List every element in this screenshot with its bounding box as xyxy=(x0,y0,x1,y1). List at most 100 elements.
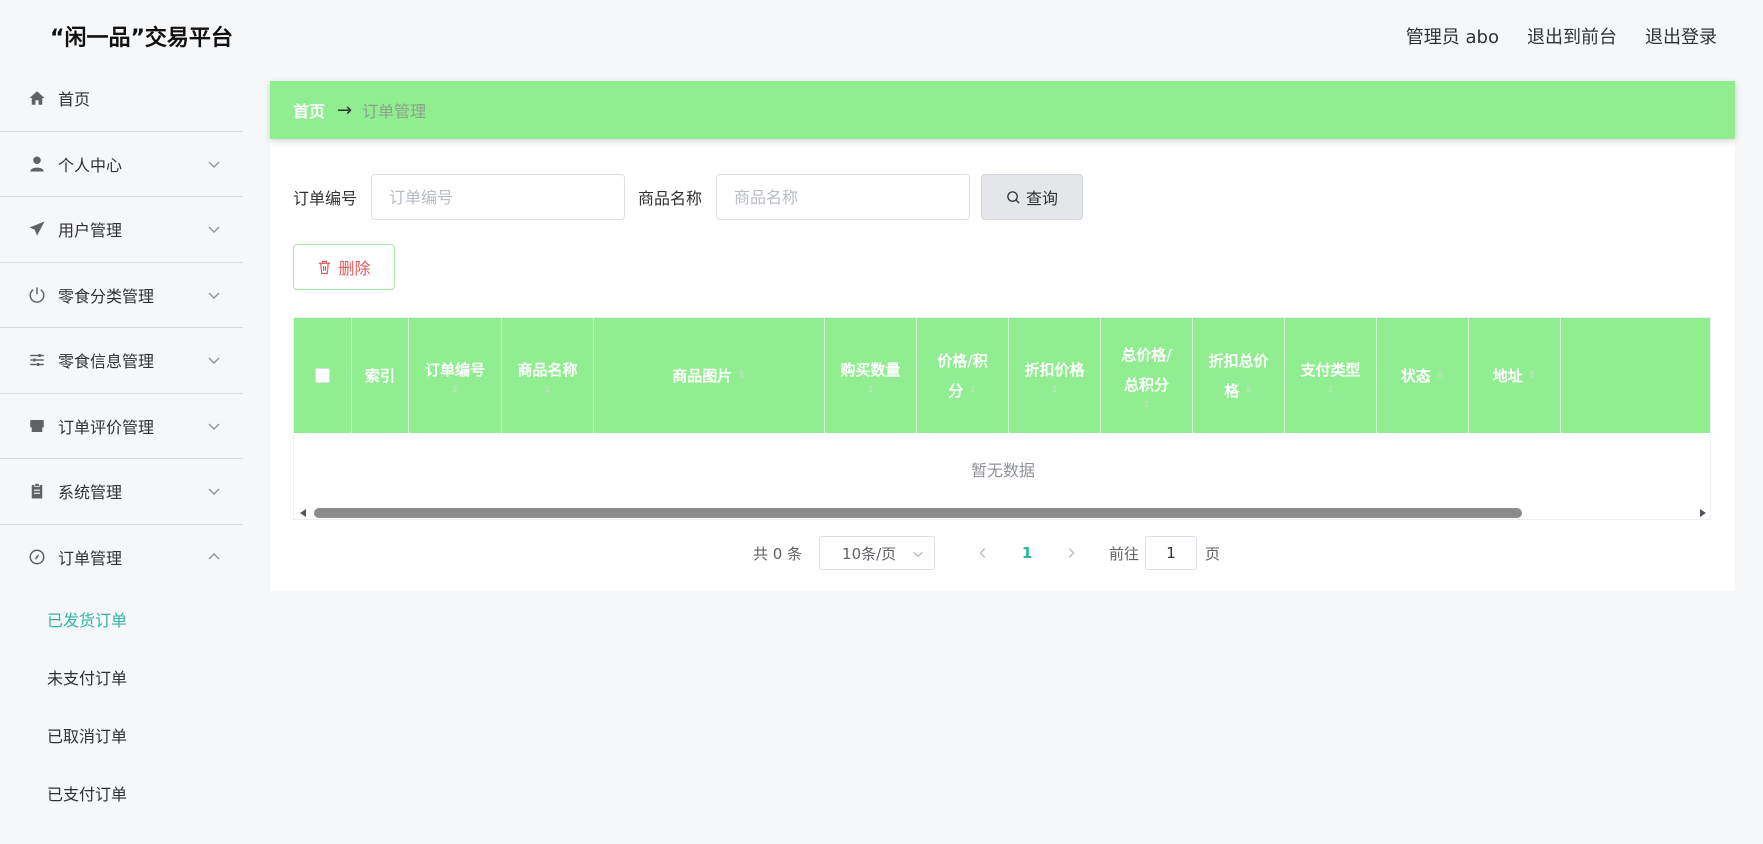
order-no-input[interactable] xyxy=(371,174,626,220)
column-header[interactable]: 购买数量 ⇕ xyxy=(825,318,917,433)
column-header: 索引 xyxy=(352,318,409,433)
sidebar-item-label: 系统管理 xyxy=(58,483,123,503)
sidebar-item-home[interactable]: 首页 xyxy=(0,66,243,132)
current-user: 管理员 abo xyxy=(1405,27,1499,48)
column-header[interactable]: 价格/积 分 ⇕ xyxy=(917,318,1009,433)
top-header: “闲一品”交易平台 管理员 abo 退出到前台 退出登录 xyxy=(0,0,1763,66)
goto-prefix: 前往 xyxy=(1109,544,1140,563)
sidebar-item-personal-center[interactable]: 个人中心 xyxy=(0,132,243,197)
column-header[interactable]: 总价格/ 总积分 ⇕ xyxy=(1101,318,1193,433)
sort-icon[interactable]: ⇕ xyxy=(543,385,551,397)
sidebar-subitem-unpaid-orders[interactable]: 未支付订单 xyxy=(0,648,243,706)
sidebar-item-label: 个人中心 xyxy=(58,155,123,175)
chevron-down-icon xyxy=(208,357,220,365)
header-actions: 管理员 abo 退出到前台 退出登录 xyxy=(1406,23,1717,49)
column-header[interactable]: 订单编号 ⇕ xyxy=(409,318,502,433)
pagination: 共 0 条 10条/页 1 前往 页 xyxy=(270,536,1735,570)
scroll-left-icon[interactable] xyxy=(300,509,306,517)
arrow-right-icon: → xyxy=(337,99,353,121)
chevron-left-icon xyxy=(979,548,986,558)
sidebar-item-label: 订单评价管理 xyxy=(58,417,155,437)
search-form: 订单编号 商品名称 查询 xyxy=(293,174,1084,220)
next-page-button[interactable] xyxy=(1049,536,1093,570)
paper-plane-icon xyxy=(27,219,47,239)
query-button[interactable]: 查询 xyxy=(981,174,1084,220)
delete-button-label: 删除 xyxy=(338,259,371,278)
sort-icon[interactable]: ⇕ xyxy=(451,385,459,397)
sidebar-item-label: 订单管理 xyxy=(58,549,123,569)
column-header[interactable]: 商品名称 ⇕ xyxy=(502,318,594,433)
sidebar-item-label: 零食分类管理 xyxy=(58,286,155,306)
chevron-down-icon xyxy=(208,226,220,234)
brand-title: “闲一品”交易平台 xyxy=(50,26,233,51)
breadcrumb: 首页 → 订单管理 xyxy=(270,81,1735,139)
breadcrumb-home-link[interactable]: 首页 xyxy=(293,98,325,122)
clipboard-icon xyxy=(27,481,47,501)
sort-icon[interactable]: ⇕ xyxy=(866,385,874,397)
column-header-actions xyxy=(1561,318,1710,433)
home-icon xyxy=(27,88,47,108)
sidebar: 首页 个人中心 用户管理 零食分类管理 零食信息管理 订单评价管理 系统管理 订… xyxy=(0,66,243,844)
column-header[interactable]: 折扣价格 ⇕ xyxy=(1009,318,1101,433)
page-jumper: 前往 页 xyxy=(1109,536,1220,570)
sort-icon[interactable]: ⇕ xyxy=(1326,385,1334,397)
trash-icon xyxy=(319,260,331,275)
sliders-icon xyxy=(27,350,47,370)
orders-table: 索引 订单编号 ⇕ 商品名称 ⇕ 商品图片⇕ 购买数量 ⇕ 价格/积 分⇕ xyxy=(293,317,1711,520)
sort-icon[interactable]: ⇕ xyxy=(1436,370,1444,382)
user-icon xyxy=(27,154,47,174)
sort-icon[interactable]: ⇕ xyxy=(1050,385,1058,397)
sort-icon[interactable]: ⇕ xyxy=(1528,370,1536,382)
main-panel: 首页 → 订单管理 订单编号 商品名称 查询 删除 索引 订单编号 ⇕ xyxy=(270,81,1735,591)
empty-state: 暂无数据 xyxy=(970,461,1035,480)
sidebar-item-snack-category[interactable]: 零食分类管理 xyxy=(0,263,243,328)
sidebar-item-label: 零食信息管理 xyxy=(58,352,155,372)
column-header[interactable]: 地址 ⇕ xyxy=(1469,318,1561,433)
table-header: 索引 订单编号 ⇕ 商品名称 ⇕ 商品图片⇕ 购买数量 ⇕ 价格/积 分⇕ xyxy=(294,318,1710,433)
power-icon xyxy=(27,285,47,305)
column-header[interactable]: 商品图片 ⇕ xyxy=(594,318,825,433)
sidebar-item-label: 用户管理 xyxy=(58,221,123,241)
chevron-down-icon xyxy=(208,423,220,430)
logout-link[interactable]: 退出登录 xyxy=(1645,23,1717,49)
sidebar-subitem-paid-orders[interactable]: 已支付订单 xyxy=(0,764,243,822)
prev-page-button[interactable] xyxy=(961,536,1005,570)
chevron-down-icon xyxy=(913,551,923,558)
exit-to-frontend-link[interactable]: 退出到前台 xyxy=(1527,23,1617,49)
pagination-total: 共 0 条 xyxy=(752,544,803,563)
select-all-checkbox[interactable] xyxy=(315,368,330,383)
sidebar-subitem-shipped-orders[interactable]: 已发货订单 xyxy=(0,590,243,648)
sort-icon[interactable]: ⇕ xyxy=(737,370,745,382)
horizontal-scrollbar[interactable] xyxy=(294,505,1710,519)
sidebar-item-system-management[interactable]: 系统管理 xyxy=(0,459,243,525)
sort-icon[interactable]: ⇕ xyxy=(968,385,976,397)
scroll-right-icon[interactable] xyxy=(1700,509,1706,517)
scrollbar-thumb[interactable] xyxy=(314,508,1522,518)
sidebar-item-label: 首页 xyxy=(58,90,91,110)
column-header[interactable]: 折扣总价 格 ⇕ xyxy=(1193,318,1285,433)
order-no-label: 订单编号 xyxy=(293,189,358,208)
page-number[interactable]: 1 xyxy=(1005,536,1049,570)
sidebar-item-snack-info[interactable]: 零食信息管理 xyxy=(0,328,243,394)
chevron-down-icon xyxy=(208,488,220,496)
goods-name-input[interactable] xyxy=(716,174,971,220)
shop-icon xyxy=(27,416,47,436)
delete-button[interactable]: 删除 xyxy=(293,244,395,290)
chevron-up-icon xyxy=(208,553,220,560)
column-header[interactable]: 支付类型 ⇕ xyxy=(1285,318,1377,433)
goto-page-input[interactable] xyxy=(1145,536,1198,570)
sort-icon[interactable]: ⇕ xyxy=(1142,400,1150,412)
compass-icon xyxy=(27,547,47,567)
page-size-select[interactable]: 10条/页 xyxy=(819,536,936,570)
goto-suffix: 页 xyxy=(1205,544,1221,563)
chevron-down-icon xyxy=(208,161,220,168)
goods-name-label: 商品名称 xyxy=(638,189,703,208)
sidebar-subitem-cancelled-orders[interactable]: 已取消订单 xyxy=(0,706,243,764)
sidebar-item-order-review[interactable]: 订单评价管理 xyxy=(0,394,243,459)
column-header[interactable]: 状态 ⇕ xyxy=(1377,318,1469,433)
select-all-header xyxy=(294,318,352,433)
sort-icon[interactable]: ⇕ xyxy=(1244,385,1252,397)
sidebar-item-user-management[interactable]: 用户管理 xyxy=(0,197,243,263)
breadcrumb-current: 订单管理 xyxy=(362,102,427,121)
sidebar-item-order-management[interactable]: 订单管理 xyxy=(0,525,243,591)
